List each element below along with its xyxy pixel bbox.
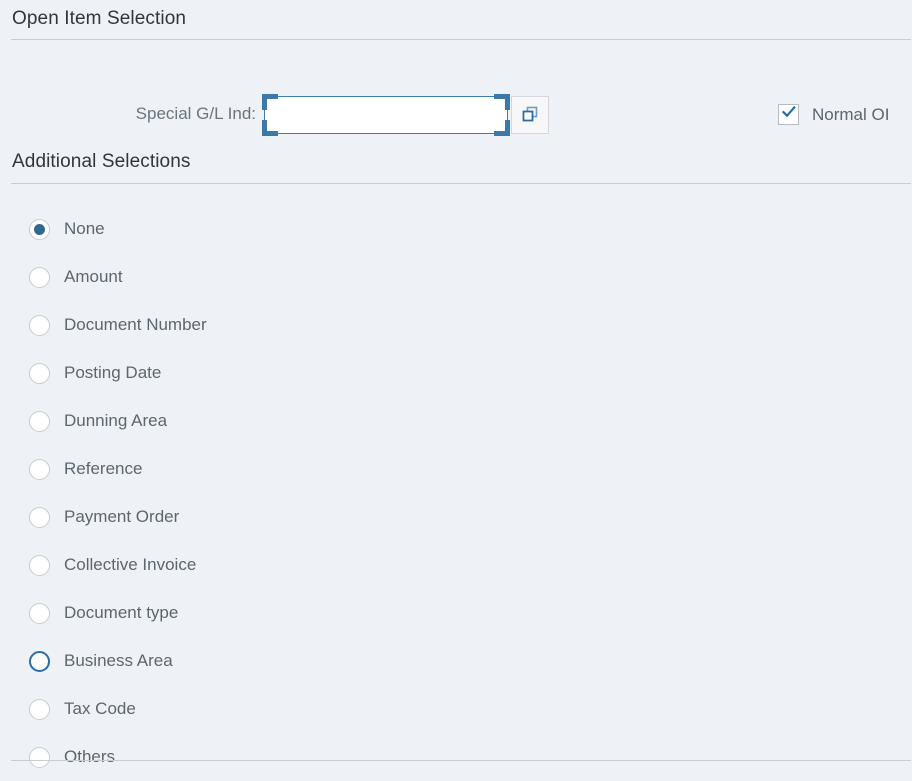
- open-item-selection-title: Open Item Selection: [12, 8, 187, 29]
- radio-button-icon[interactable]: [29, 218, 50, 240]
- radio-button-icon[interactable]: [29, 362, 50, 384]
- special-gl-indicator-row: Special G/L Ind: Normal OI: [0, 40, 912, 136]
- radio-option-others[interactable]: Others: [0, 733, 912, 781]
- bottom-divider: [11, 760, 911, 761]
- radio-button-icon[interactable]: [29, 266, 50, 288]
- radio-option-label: Payment Order: [64, 507, 180, 526]
- radio-button-icon[interactable]: [29, 650, 50, 672]
- radio-option-label: Document type: [64, 603, 179, 622]
- value-help-button[interactable]: [511, 96, 549, 134]
- radio-option-dunning-area[interactable]: Dunning Area: [0, 397, 912, 445]
- radio-option-label: Others: [64, 747, 116, 766]
- radio-option-document-number[interactable]: Document Number: [0, 301, 912, 349]
- normal-oi-checkbox[interactable]: Normal OI: [778, 104, 889, 125]
- radio-option-label: Collective Invoice: [64, 555, 197, 574]
- special-gl-indicator-control: [262, 94, 549, 136]
- radio-option-label: Business Area: [64, 651, 173, 670]
- radio-button-icon[interactable]: [29, 698, 50, 720]
- radio-option-reference[interactable]: Reference: [0, 445, 912, 493]
- normal-oi-checkbox-box[interactable]: [778, 104, 799, 125]
- radio-button-icon[interactable]: [29, 458, 50, 480]
- additional-selections-radio-group: None Amount Document Number Posting Date Dun…: [0, 205, 912, 781]
- radio-button-icon[interactable]: [29, 554, 50, 576]
- radio-option-amount[interactable]: Amount: [0, 253, 912, 301]
- normal-oi-checkbox-label: Normal OI: [812, 104, 890, 124]
- overlapping-squares-icon: [520, 104, 540, 127]
- section-divider: [11, 183, 911, 184]
- radio-button-icon[interactable]: [29, 410, 50, 432]
- additional-selections-title: Additional Selections: [12, 151, 191, 172]
- radio-option-business-area[interactable]: Business Area: [0, 637, 912, 685]
- radio-option-label: None: [64, 219, 105, 238]
- checkmark-icon: [781, 104, 797, 125]
- special-gl-indicator-input[interactable]: [265, 97, 507, 133]
- radio-option-label: Dunning Area: [64, 411, 168, 430]
- radio-option-posting-date[interactable]: Posting Date: [0, 349, 912, 397]
- special-gl-indicator-label: Special G/L Ind:: [135, 104, 256, 123]
- radio-button-icon[interactable]: [29, 506, 50, 528]
- radio-option-tax-code[interactable]: Tax Code: [0, 685, 912, 733]
- radio-option-label: Posting Date: [64, 363, 162, 382]
- radio-option-label: Reference: [64, 459, 143, 478]
- radio-option-document-type[interactable]: Document type: [0, 589, 912, 637]
- radio-button-icon[interactable]: [29, 602, 50, 624]
- open-item-selection-section: Open Item Selection Special G/L Ind: Nor…: [0, 0, 912, 136]
- radio-option-label: Amount: [64, 267, 123, 286]
- radio-option-label: Tax Code: [64, 699, 136, 718]
- special-gl-indicator-input-container[interactable]: [262, 94, 510, 136]
- radio-button-icon[interactable]: [29, 314, 50, 336]
- radio-button-icon[interactable]: [29, 746, 50, 768]
- radio-option-collective-invoice[interactable]: Collective Invoice: [0, 541, 912, 589]
- additional-selections-section: Additional Selections None Amount Document…: [0, 152, 912, 781]
- radio-option-label: Document Number: [64, 315, 207, 334]
- radio-option-payment-order[interactable]: Payment Order: [0, 493, 912, 541]
- radio-option-none[interactable]: None: [0, 205, 912, 253]
